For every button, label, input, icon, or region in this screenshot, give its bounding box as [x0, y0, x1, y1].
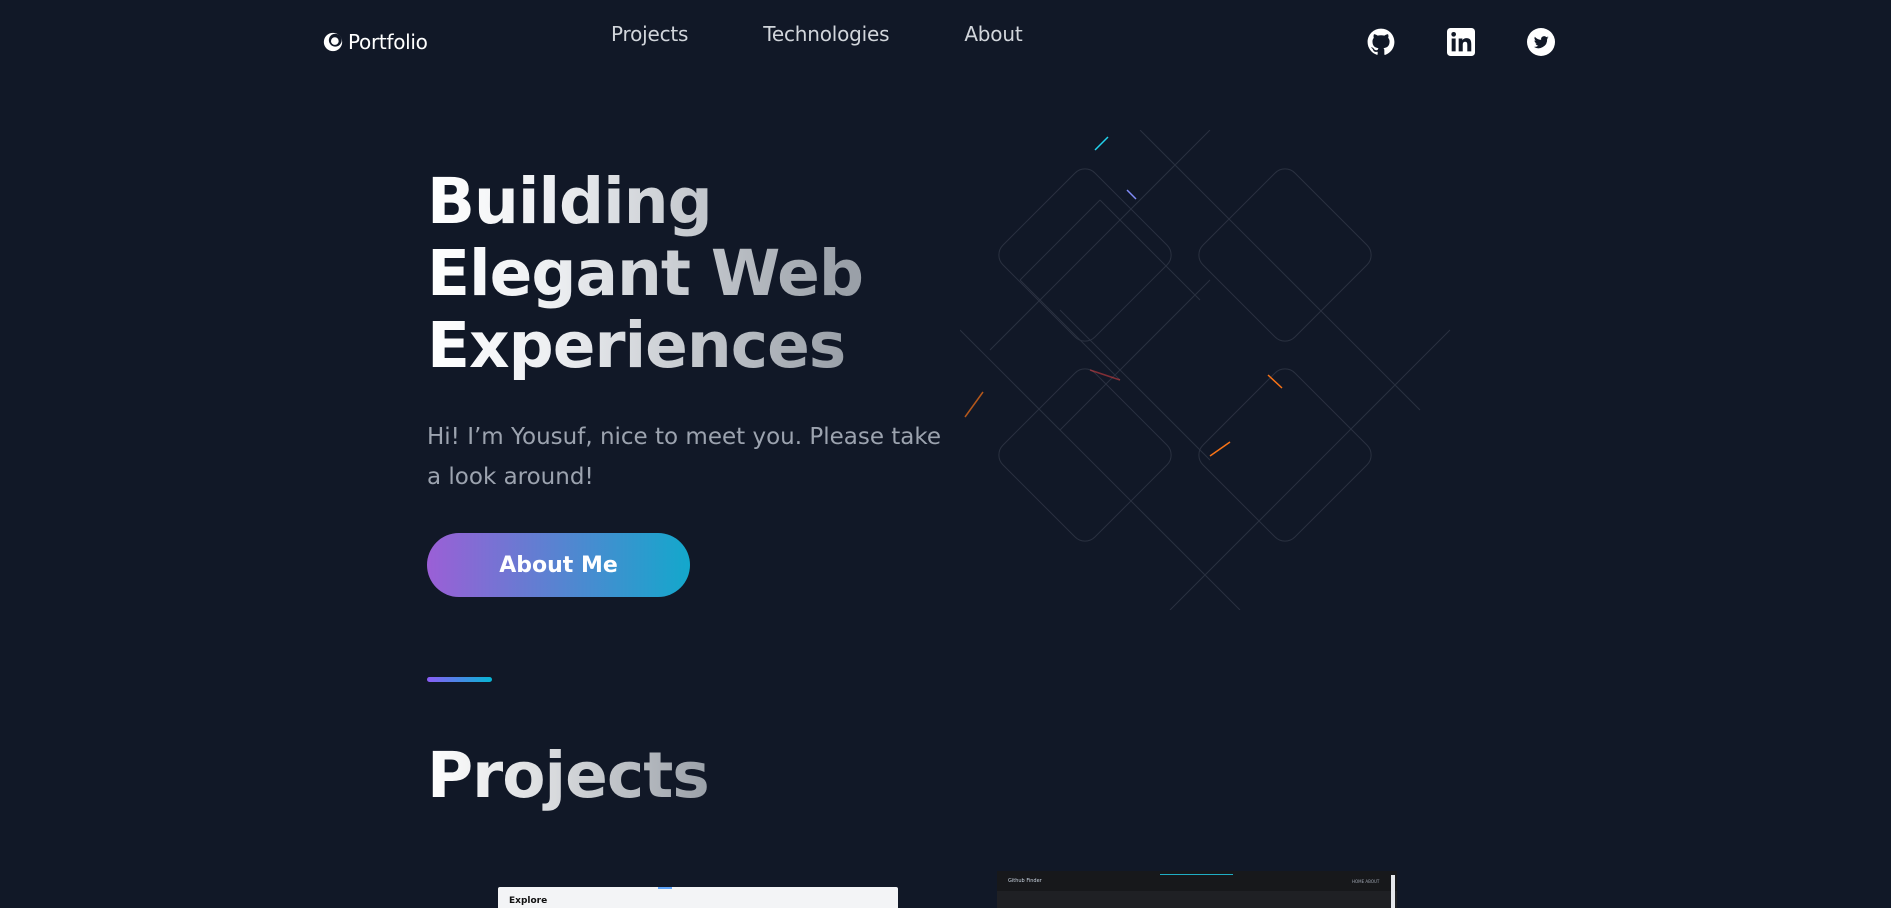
project-card-github-finder[interactable]: Github Finder HOME ABOUT [997, 871, 1397, 908]
card-scrollbar [1391, 875, 1395, 908]
about-me-button[interactable]: About Me [427, 533, 690, 597]
github-icon [1367, 28, 1395, 55]
nav-link-projects[interactable]: Projects [611, 22, 688, 46]
hero-title-line: Experiences [427, 309, 846, 382]
github-link[interactable] [1367, 28, 1395, 56]
nav-link-technologies[interactable]: Technologies [763, 22, 889, 46]
social-links [1367, 28, 1555, 56]
card-accent [1160, 874, 1233, 875]
main-nav: Projects Technologies About [611, 22, 1023, 46]
linkedin-icon [1447, 28, 1475, 56]
twitter-link[interactable] [1527, 28, 1555, 56]
portfolio-page: Portfolio Projects Technologies About Bu… [0, 0, 1891, 908]
hero-subtitle: Hi! I’m Yousuf, nice to meet you. Please… [427, 424, 942, 490]
card-logo-text: Github Finder [1008, 878, 1042, 884]
hero-title-line: Elegant Web [427, 237, 863, 310]
linkedin-link[interactable] [1447, 28, 1475, 56]
section-divider [427, 677, 492, 682]
hero-line-art [960, 130, 1451, 610]
logo-link[interactable]: Portfolio [322, 30, 428, 54]
card-nav-text: HOME ABOUT [1352, 879, 1380, 884]
twitter-icon [1527, 28, 1555, 56]
project-card-explore[interactable]: Explore [498, 887, 898, 908]
nav-link-about[interactable]: About [964, 22, 1022, 46]
hero-title-line: Building [427, 165, 712, 238]
logo-icon [323, 32, 343, 52]
card-accent [658, 887, 672, 889]
projects-heading: Projects [427, 739, 710, 812]
card-heading: Explore [509, 896, 548, 906]
logo-text: Portfolio [348, 30, 428, 54]
hero-title: Building Elegant Web Experiences [427, 166, 947, 382]
